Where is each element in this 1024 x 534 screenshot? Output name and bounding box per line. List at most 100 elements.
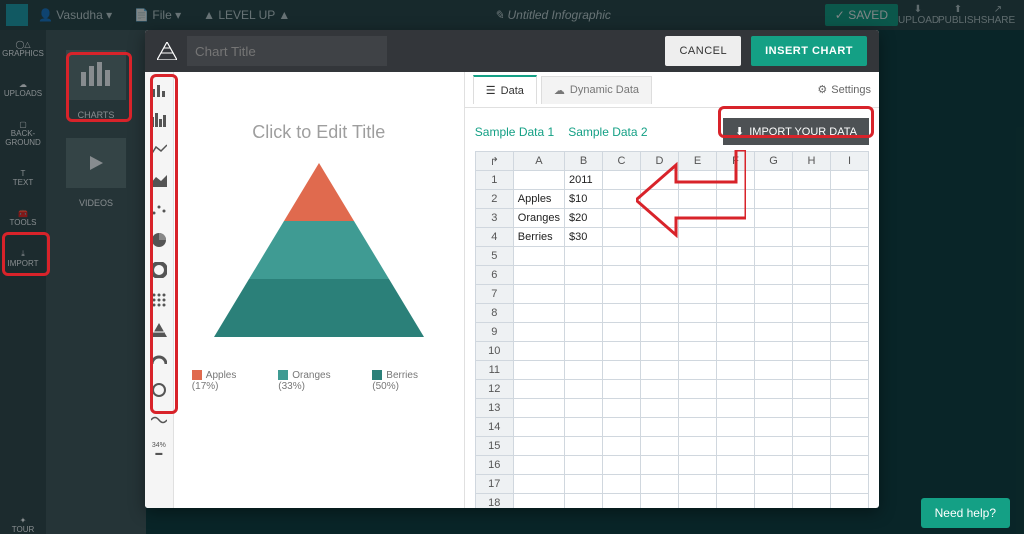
cell[interactable] bbox=[793, 456, 831, 475]
cell[interactable] bbox=[831, 361, 869, 380]
cell[interactable] bbox=[565, 475, 603, 494]
cell[interactable] bbox=[641, 361, 679, 380]
cell[interactable] bbox=[755, 285, 793, 304]
col-header[interactable]: A bbox=[513, 152, 564, 171]
sample-data-2[interactable]: Sample Data 2 bbox=[568, 125, 647, 139]
cell[interactable] bbox=[565, 342, 603, 361]
col-header[interactable]: I bbox=[831, 152, 869, 171]
column-icon[interactable] bbox=[149, 110, 169, 130]
cell[interactable] bbox=[831, 190, 869, 209]
scatter-icon[interactable] bbox=[149, 200, 169, 220]
cell[interactable] bbox=[513, 171, 564, 190]
cell[interactable] bbox=[641, 285, 679, 304]
cell[interactable] bbox=[793, 247, 831, 266]
cell[interactable] bbox=[755, 247, 793, 266]
cell[interactable] bbox=[755, 266, 793, 285]
cell[interactable] bbox=[641, 247, 679, 266]
cell[interactable] bbox=[831, 380, 869, 399]
cell[interactable] bbox=[793, 266, 831, 285]
spreadsheet[interactable]: ↱ABCDEFGHI120112Apples$103Oranges$204Ber… bbox=[465, 151, 879, 508]
cell[interactable] bbox=[641, 494, 679, 509]
cell[interactable] bbox=[831, 418, 869, 437]
cell[interactable] bbox=[641, 190, 679, 209]
cell[interactable] bbox=[603, 190, 641, 209]
cell[interactable] bbox=[565, 418, 603, 437]
col-header[interactable]: G bbox=[755, 152, 793, 171]
grid-icon[interactable] bbox=[149, 290, 169, 310]
cell[interactable] bbox=[679, 361, 717, 380]
col-header[interactable]: H bbox=[793, 152, 831, 171]
need-help-button[interactable]: Need help? bbox=[921, 498, 1010, 528]
row-header[interactable]: 15 bbox=[475, 437, 513, 456]
cell[interactable] bbox=[717, 494, 755, 509]
cell[interactable] bbox=[793, 171, 831, 190]
cell[interactable] bbox=[565, 323, 603, 342]
cell[interactable] bbox=[755, 171, 793, 190]
pyramid-type-icon[interactable] bbox=[149, 320, 169, 340]
cell[interactable] bbox=[603, 304, 641, 323]
cell[interactable] bbox=[565, 285, 603, 304]
cell[interactable] bbox=[679, 285, 717, 304]
row-header[interactable]: 12 bbox=[475, 380, 513, 399]
cell[interactable] bbox=[755, 380, 793, 399]
cell[interactable] bbox=[679, 266, 717, 285]
cell[interactable] bbox=[831, 171, 869, 190]
cell[interactable] bbox=[565, 399, 603, 418]
cell[interactable] bbox=[603, 266, 641, 285]
cell[interactable] bbox=[513, 399, 564, 418]
row-header[interactable]: 4 bbox=[475, 228, 513, 247]
sheet-corner[interactable]: ↱ bbox=[475, 152, 513, 171]
cell[interactable] bbox=[641, 171, 679, 190]
row-header[interactable]: 17 bbox=[475, 475, 513, 494]
cell[interactable] bbox=[513, 285, 564, 304]
cell[interactable]: $10 bbox=[565, 190, 603, 209]
cell[interactable] bbox=[755, 190, 793, 209]
cell[interactable] bbox=[793, 342, 831, 361]
cell[interactable] bbox=[565, 456, 603, 475]
cell[interactable] bbox=[717, 209, 755, 228]
cell[interactable] bbox=[831, 266, 869, 285]
cell[interactable] bbox=[641, 380, 679, 399]
cell[interactable] bbox=[641, 266, 679, 285]
cell[interactable] bbox=[793, 323, 831, 342]
cell[interactable]: Oranges bbox=[513, 209, 564, 228]
cell[interactable] bbox=[641, 342, 679, 361]
sample-data-1[interactable]: Sample Data 1 bbox=[475, 125, 554, 139]
cell[interactable] bbox=[831, 304, 869, 323]
cell[interactable] bbox=[755, 399, 793, 418]
bar-icon[interactable] bbox=[149, 80, 169, 100]
area-icon[interactable] bbox=[149, 170, 169, 190]
cell[interactable] bbox=[513, 437, 564, 456]
cell[interactable] bbox=[793, 304, 831, 323]
cell[interactable] bbox=[513, 304, 564, 323]
cell[interactable] bbox=[831, 399, 869, 418]
cell[interactable] bbox=[717, 247, 755, 266]
tab-dynamic-data[interactable]: ☁Dynamic Data bbox=[541, 76, 652, 104]
cell[interactable] bbox=[679, 304, 717, 323]
cell[interactable] bbox=[679, 437, 717, 456]
row-header[interactable]: 8 bbox=[475, 304, 513, 323]
settings-link[interactable]: ⚙Settings bbox=[817, 83, 871, 96]
cell[interactable] bbox=[603, 228, 641, 247]
row-header[interactable]: 14 bbox=[475, 418, 513, 437]
row-header[interactable]: 1 bbox=[475, 171, 513, 190]
cell[interactable] bbox=[603, 361, 641, 380]
cell[interactable]: $20 bbox=[565, 209, 603, 228]
cell[interactable] bbox=[603, 342, 641, 361]
donut-icon[interactable] bbox=[149, 260, 169, 280]
cell[interactable] bbox=[831, 228, 869, 247]
gauge-icon[interactable] bbox=[149, 350, 169, 370]
cell[interactable] bbox=[793, 209, 831, 228]
cell[interactable] bbox=[755, 342, 793, 361]
row-header[interactable]: 13 bbox=[475, 399, 513, 418]
cell[interactable] bbox=[565, 494, 603, 509]
cell[interactable] bbox=[603, 475, 641, 494]
cell[interactable] bbox=[603, 494, 641, 509]
cell[interactable] bbox=[513, 418, 564, 437]
cell[interactable] bbox=[717, 304, 755, 323]
percent-icon[interactable]: 34%▬ bbox=[149, 440, 169, 460]
cell[interactable] bbox=[641, 228, 679, 247]
cell[interactable] bbox=[603, 380, 641, 399]
cell[interactable] bbox=[513, 380, 564, 399]
cell[interactable] bbox=[641, 323, 679, 342]
